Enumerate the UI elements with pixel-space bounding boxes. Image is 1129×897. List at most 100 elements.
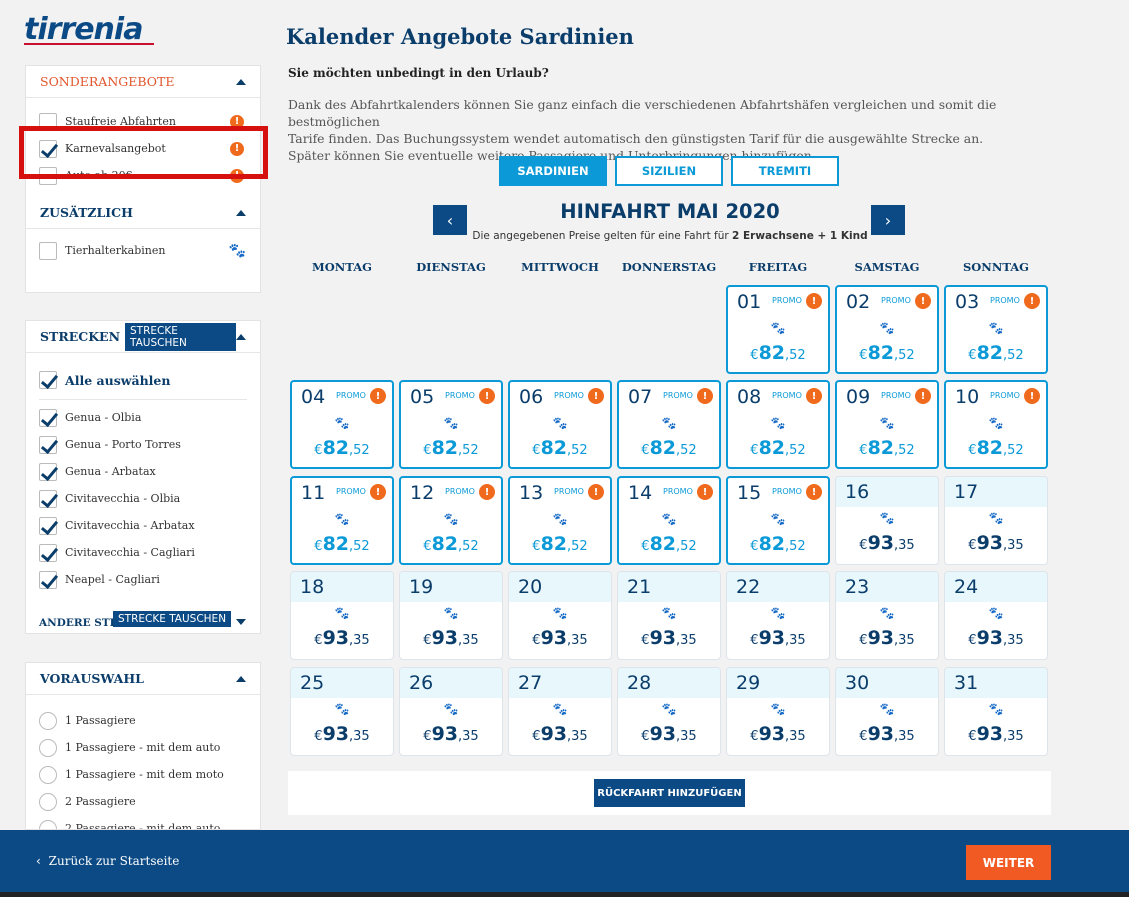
calendar-day[interactable]: 04 PROMO! 🐾 €82,52: [290, 380, 394, 469]
calendar-day[interactable]: 22 🐾 €93,35: [726, 571, 830, 660]
calendar-day[interactable]: 25 🐾 €93,35: [290, 667, 394, 756]
route-checkbox[interactable]: [39, 435, 57, 454]
currency: €: [750, 348, 759, 363]
route-item[interactable]: Neapel - Cagliari: [26, 566, 260, 593]
route-checkbox[interactable]: [39, 489, 57, 508]
additional-item-pets[interactable]: Tierhalterkabinen 🐾: [26, 237, 260, 264]
currency: €: [423, 539, 432, 554]
tirrenia-logo[interactable]: tirrenia: [24, 12, 164, 48]
calendar-day[interactable]: 17 🐾 €93,35: [944, 476, 1048, 565]
route-checkbox[interactable]: [39, 408, 57, 427]
collapse-icon[interactable]: [236, 675, 246, 682]
radio-button[interactable]: [39, 792, 57, 811]
route-checkbox[interactable]: [39, 462, 57, 481]
calendar-day[interactable]: 23 🐾 €93,35: [835, 571, 939, 660]
calendar-day[interactable]: 26 🐾 €93,35: [399, 667, 503, 756]
back-link[interactable]: ‹ Zurück zur Startseite: [36, 854, 179, 868]
expand-icon[interactable]: [236, 619, 246, 625]
chevron-left-icon: ‹: [36, 854, 41, 868]
special-offers-header[interactable]: SONDERANGEBOTE: [26, 66, 260, 98]
radio-button[interactable]: [39, 738, 57, 757]
price-int: 93: [431, 723, 459, 745]
calendar-day[interactable]: 01 PROMO! 🐾 €82,52: [726, 285, 830, 374]
calendar-day[interactable]: 09 PROMO! 🐾 €82,52: [835, 380, 939, 469]
calendar-day[interactable]: 29 🐾 €93,35: [726, 667, 830, 756]
price-dec: ,52: [1003, 348, 1024, 363]
calendar-day[interactable]: 19 🐾 €93,35: [399, 571, 503, 660]
calendar-day[interactable]: 27 🐾 €93,35: [508, 667, 612, 756]
calendar-day[interactable]: 18 🐾 €93,35: [290, 571, 394, 660]
radio-button[interactable]: [39, 765, 57, 784]
tab-tremiti[interactable]: TREMITI: [731, 156, 839, 186]
additional-header[interactable]: ZUSÄTZLICH: [26, 197, 260, 229]
calendar-day[interactable]: 06 PROMO! 🐾 €82,52: [508, 380, 612, 469]
collapse-icon[interactable]: [236, 78, 246, 85]
price-int: 93: [976, 723, 1004, 745]
select-all-checkbox[interactable]: [39, 371, 57, 389]
calendar-day[interactable]: 30 🐾 €93,35: [835, 667, 939, 756]
calendar-day[interactable]: 14 PROMO! 🐾 €82,52: [617, 476, 721, 565]
preselection-header[interactable]: VORAUSWAHL: [26, 663, 260, 695]
day-header: 19: [400, 572, 502, 602]
paw-icon: 🐾: [770, 702, 786, 716]
calendar-day[interactable]: 12 PROMO! 🐾 €82,52: [399, 476, 503, 565]
route-item[interactable]: Civitavecchia - Cagliari: [26, 539, 260, 566]
calendar-day[interactable]: 02 PROMO! 🐾 €82,52: [835, 285, 939, 374]
calendar-day[interactable]: 16 🐾 €93,35: [835, 476, 939, 565]
calendar-day[interactable]: 11 PROMO! 🐾 €82,52: [290, 476, 394, 565]
price-int: 93: [540, 627, 568, 649]
add-return-button[interactable]: RÜCKFAHRT HINZUFÜGEN: [594, 779, 745, 807]
day-number: 23: [845, 576, 870, 598]
radio-button[interactable]: [39, 819, 57, 829]
promo-warning-icon: !: [588, 388, 604, 404]
calendar-day[interactable]: 13 PROMO! 🐾 €82,52: [508, 476, 612, 565]
day-header: 07 PROMO!: [619, 382, 719, 412]
calendar-day[interactable]: 08 PROMO! 🐾 €82,52: [726, 380, 830, 469]
route-item[interactable]: Civitavecchia - Olbia: [26, 485, 260, 512]
day-number: 28: [627, 672, 652, 694]
other-routes-row[interactable]: ANDERE STRECKEN STRECKE TAUSCHEN: [39, 611, 249, 627]
paw-icon: 🐾: [443, 512, 459, 526]
day-number: 26: [409, 672, 434, 694]
route-checkbox[interactable]: [39, 570, 57, 589]
collapse-icon[interactable]: [236, 209, 246, 216]
route-checkbox[interactable]: [39, 516, 57, 535]
select-all-row[interactable]: Alle auswählen: [26, 365, 260, 395]
calendar-day[interactable]: 21 🐾 €93,35: [617, 571, 721, 660]
route-item[interactable]: Genua - Arbatax: [26, 458, 260, 485]
day-price: €93,35: [400, 627, 502, 649]
calendar-day[interactable]: 05 PROMO! 🐾 €82,52: [399, 380, 503, 469]
preselection-option[interactable]: 1 Passagiere - mit dem auto: [26, 734, 260, 761]
route-item[interactable]: Genua - Porto Torres: [26, 431, 260, 458]
swap-route-button[interactable]: STRECKE TAUSCHEN: [125, 322, 236, 351]
calendar-day[interactable]: 31 🐾 €93,35: [944, 667, 1048, 756]
routes-header[interactable]: STRECKEN STRECKE TAUSCHEN: [26, 321, 260, 353]
preselection-option[interactable]: 1 Passagiere - mit dem moto: [26, 761, 260, 788]
promo-label: PROMO: [554, 391, 584, 400]
calendar-day[interactable]: 03 PROMO! 🐾 €82,52: [944, 285, 1048, 374]
radio-button[interactable]: [39, 711, 57, 730]
next-button[interactable]: WEITER: [966, 845, 1051, 880]
calendar-day[interactable]: 24 🐾 €93,35: [944, 571, 1048, 660]
calendar-day[interactable]: 10 PROMO! 🐾 €82,52: [944, 380, 1048, 469]
preselection-option[interactable]: 2 Passagiere: [26, 788, 260, 815]
promo-label: PROMO: [881, 296, 911, 305]
collapse-icon[interactable]: [236, 333, 246, 340]
additional-checkbox[interactable]: [39, 241, 57, 260]
calendar-day[interactable]: 07 PROMO! 🐾 €82,52: [617, 380, 721, 469]
preselection-option[interactable]: 2 Passagiere - mit dem auto: [26, 815, 260, 829]
other-swap-route-button[interactable]: STRECKE TAUSCHEN: [113, 611, 232, 627]
route-checkbox[interactable]: [39, 543, 57, 562]
price-int: 93: [758, 627, 786, 649]
route-item[interactable]: Civitavecchia - Arbatax: [26, 512, 260, 539]
day-number: 18: [300, 576, 325, 598]
tab-sizilien[interactable]: SIZILIEN: [615, 156, 723, 186]
price-int: 82: [322, 533, 350, 555]
calendar-day[interactable]: 15 PROMO! 🐾 €82,52: [726, 476, 830, 565]
calendar-day[interactable]: 28 🐾 €93,35: [617, 667, 721, 756]
tab-sardinien[interactable]: SARDINIEN: [499, 156, 607, 186]
route-item[interactable]: Genua - Olbia: [26, 404, 260, 431]
calendar-day[interactable]: 20 🐾 €93,35: [508, 571, 612, 660]
preselection-option[interactable]: 1 Passagiere: [26, 707, 260, 734]
day-header: 15 PROMO!: [728, 478, 828, 508]
